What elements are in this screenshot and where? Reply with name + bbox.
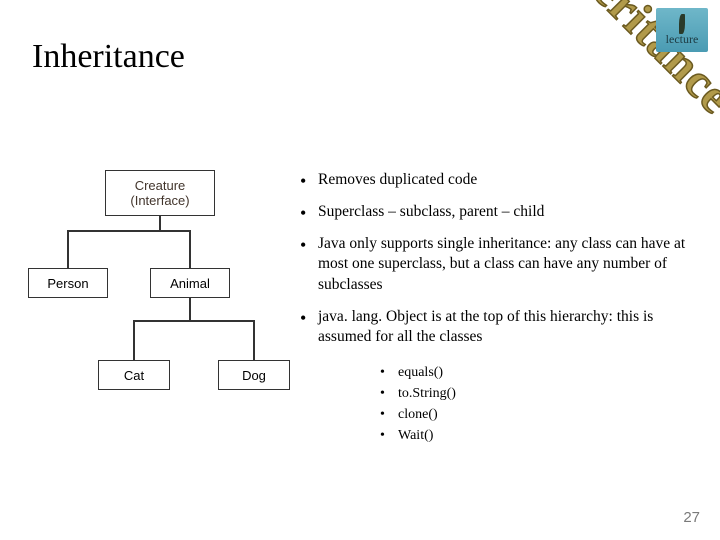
hierarchy-diagram: Creature (Interface) Person Animal Cat D…	[20, 170, 300, 430]
connector	[253, 320, 255, 360]
connector	[67, 230, 191, 232]
sub-bullet-item: clone()	[380, 404, 680, 425]
connector	[67, 230, 69, 268]
node-label: Creature	[135, 178, 186, 193]
bullet-item: Superclass – subclass, parent – child	[300, 202, 700, 222]
node-label: Person	[47, 276, 88, 291]
lecture-badge: lecture	[656, 8, 708, 52]
slide-title: Inheritance	[32, 38, 185, 76]
feather-icon	[679, 14, 685, 34]
connector	[189, 230, 191, 268]
sub-bullet-item: Wait()	[380, 425, 680, 446]
node-dog: Dog	[218, 360, 290, 390]
node-label: Dog	[242, 368, 266, 383]
node-animal: Animal	[150, 268, 230, 298]
node-person: Person	[28, 268, 108, 298]
body-text: Removes duplicated code Superclass – sub…	[300, 170, 700, 359]
node-sublabel: (Interface)	[130, 193, 189, 208]
node-label: Cat	[124, 368, 144, 383]
sub-bullet-wrap: equals() to.String() clone() Wait()	[380, 358, 680, 446]
connector	[133, 320, 255, 322]
connector	[189, 298, 191, 320]
node-cat: Cat	[98, 360, 170, 390]
sub-bullet-item: to.String()	[380, 383, 680, 404]
node-label: Animal	[170, 276, 210, 291]
bullet-item: java. lang. Object is at the top of this…	[300, 307, 700, 347]
sub-bullet-item: equals()	[380, 362, 680, 383]
sub-bullet-list: equals() to.String() clone() Wait()	[380, 362, 680, 446]
badge-label: lecture	[666, 32, 699, 47]
bullet-item: Removes duplicated code	[300, 170, 700, 190]
bullet-list: Removes duplicated code Superclass – sub…	[300, 170, 700, 347]
connector	[133, 320, 135, 360]
connector	[159, 216, 161, 230]
bullet-item: Java only supports single inheritance: a…	[300, 234, 700, 294]
node-creature: Creature (Interface)	[105, 170, 215, 216]
page-number: 27	[683, 509, 700, 526]
